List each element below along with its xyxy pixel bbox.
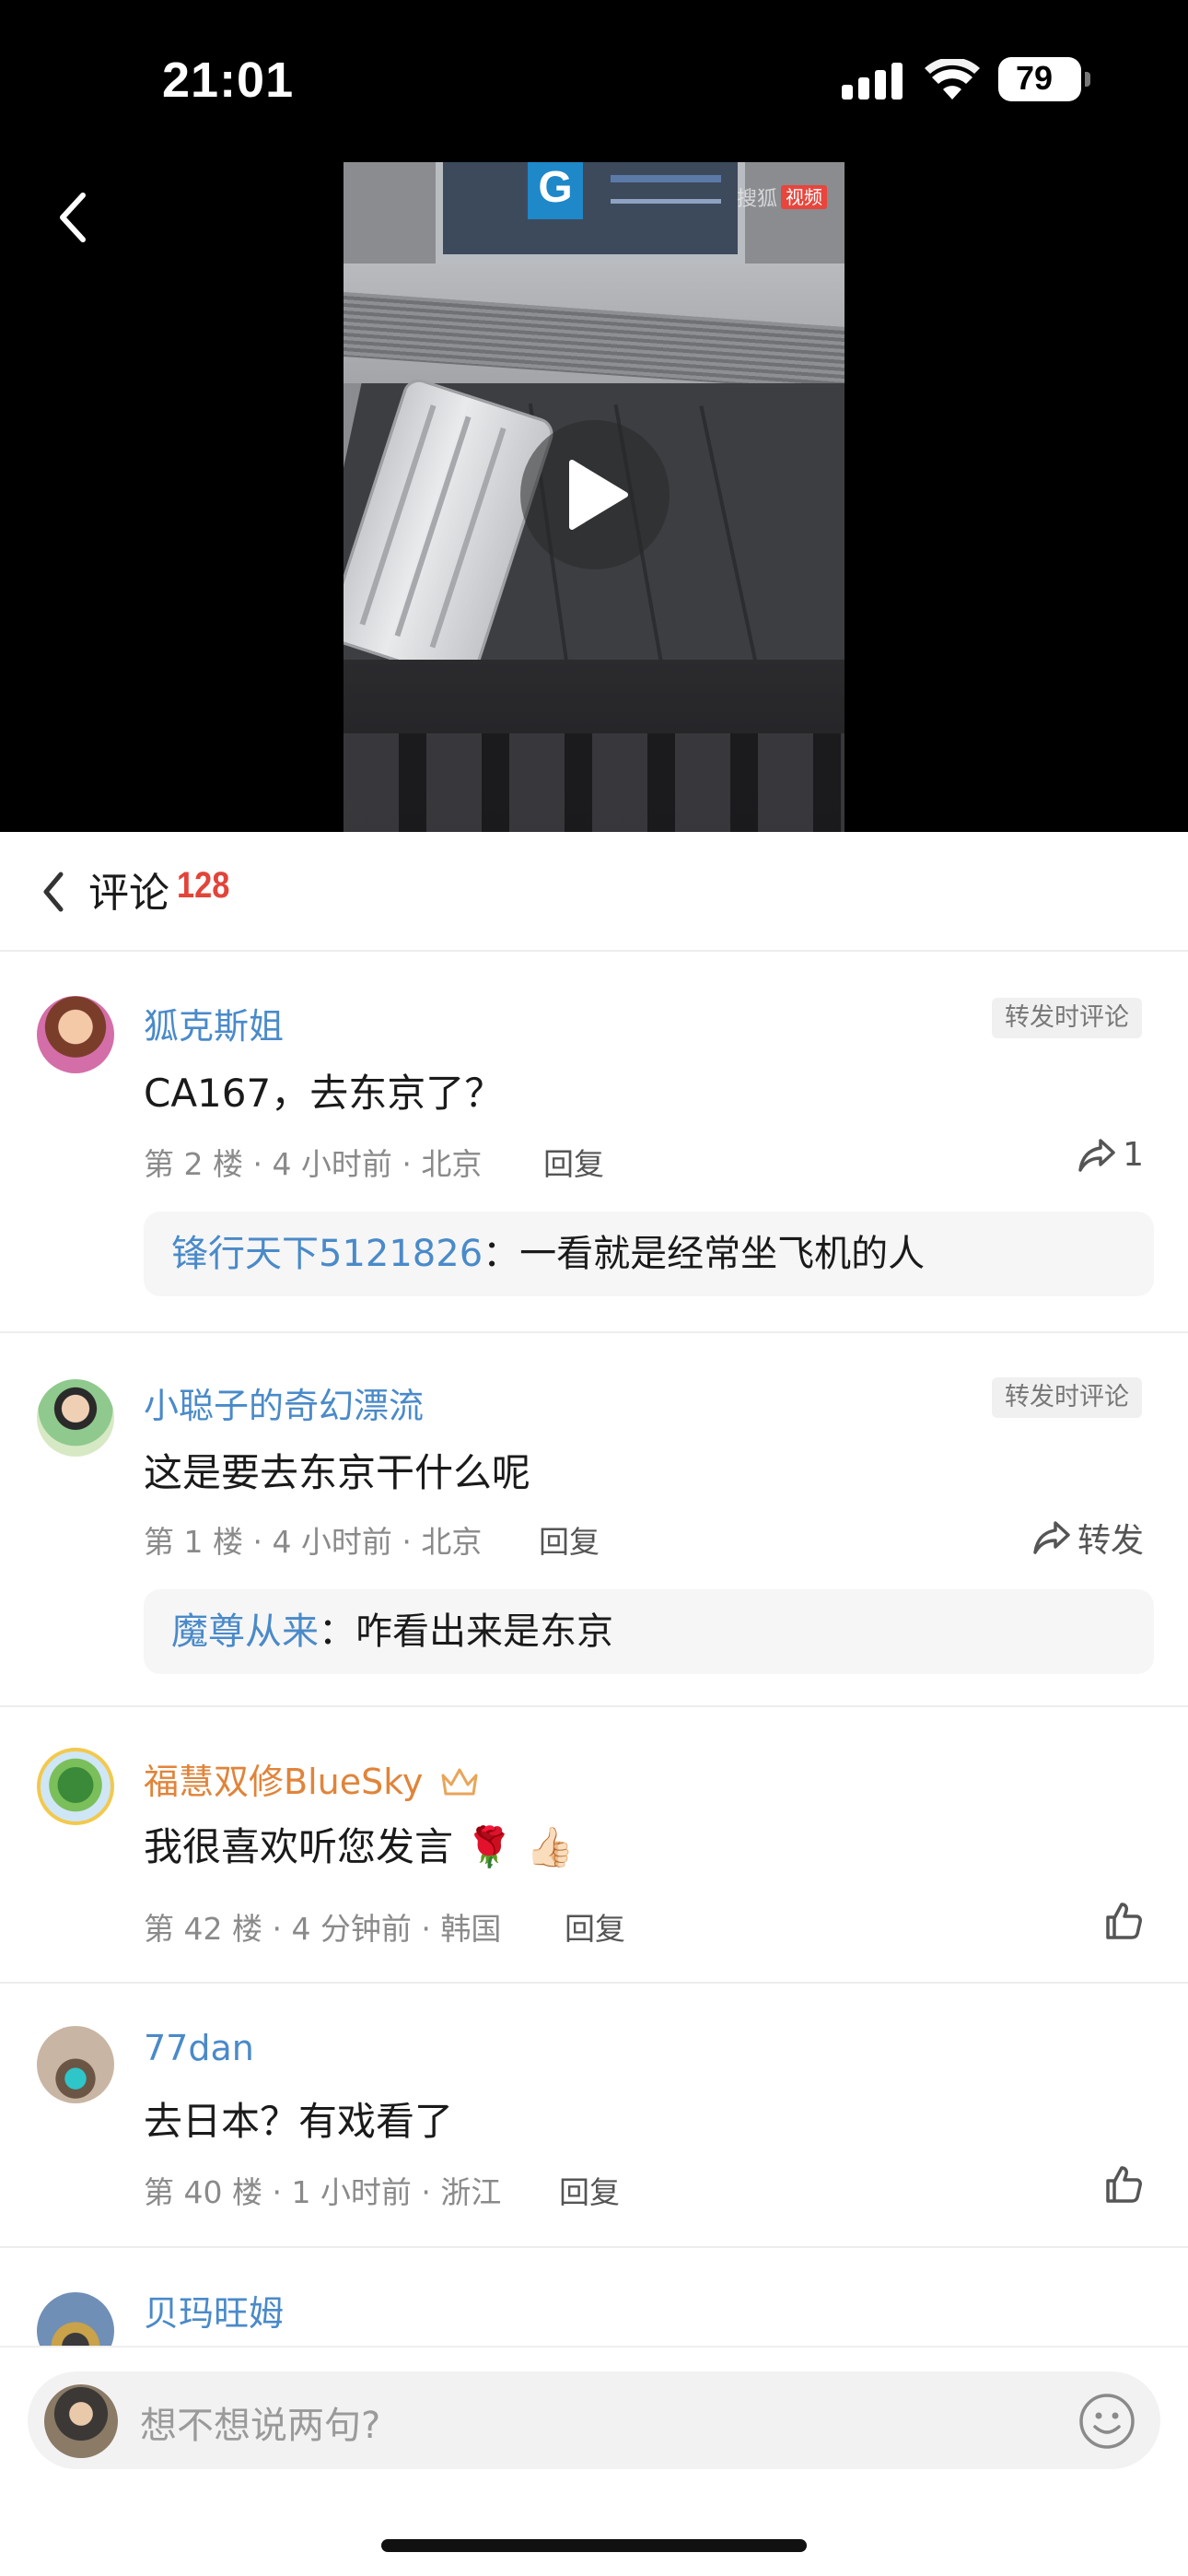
comments-count: 128 [177,865,230,906]
thumbs-up-icon [1106,1903,1142,1939]
battery-icon: 79 [998,57,1090,101]
smiley-icon[interactable] [1077,2392,1136,2451]
play-icon [569,460,628,530]
comment-meta: 第 40 楼 · 1 小时前 · 浙江 [144,2174,502,2210]
comment-input-placeholder: 想不想说两句? [140,2405,381,2447]
comment-meta: 第 2 楼 · 4 小时前 · 北京 [144,1146,483,1182]
comment-item: 贝玛旺姆 [0,2248,1188,2370]
comments-title: 评论 [88,870,169,917]
gate-sign: G [528,162,583,219]
comment-input[interactable]: 想不想说两句? [28,2371,1160,2469]
reply-button[interactable]: 回复 [539,1517,600,1562]
comment-item: 狐克斯姐 转发时评论 CA167，去东京了？ 第 2 楼 · 4 小时前 · 北… [0,954,1188,1333]
forward-button[interactable]: 1 [1077,1136,1144,1174]
sub-reply-text: 咋看出来是东京 [355,1610,613,1653]
user-avatar [44,2384,118,2458]
avatar[interactable] [37,996,114,1073]
comments-header: 评论 128 [0,832,1188,952]
comment-author[interactable]: 狐克斯姐 [144,998,284,1048]
forward-count: 1 [1123,1136,1144,1174]
comment-meta: 第 1 楼 · 4 小时前 · 北京 [144,1524,483,1560]
battery-level: 79 [1015,59,1054,97]
avatar[interactable] [37,1748,114,1825]
reply-button[interactable]: 回复 [559,2168,620,2212]
forward-comment-tag: 转发时评论 [992,998,1142,1038]
sub-reply-text: 一看就是经常坐飞机的人 [519,1233,926,1275]
comment-text: CA167，去东京了？ [144,1071,504,1116]
play-button[interactable] [520,420,670,569]
video-header-area: 21:01 79 G 搜狐 视频 [0,0,1188,832]
comment-author[interactable]: 77dan [144,2028,254,2068]
reply-button[interactable]: 回复 [543,1140,604,1184]
status-time: 21:01 [162,53,295,108]
like-button[interactable] [1103,1901,1144,1941]
comment-author[interactable]: 小聪子的奇幻漂流 [144,1377,424,1428]
crown-icon [441,1768,478,1796]
thumbs-up-icon [1106,2166,1142,2203]
comment-text: 去日本？有戏看了 [144,2099,454,2144]
comment-text: 这是要去东京干什么呢 [144,1450,531,1495]
cellular-signal-icon [842,61,903,100]
avatar[interactable] [37,1379,114,1457]
reply-button[interactable]: 回复 [565,1904,625,1949]
sub-reply-author[interactable]: 魔尊从来 [171,1610,319,1653]
comment-item: 小聪子的奇幻漂流 转发时评论 这是要去东京干什么呢 第 1 楼 · 4 小时前 … [0,1333,1188,1707]
forward-label: 转发 [1077,1522,1144,1560]
comment-text: 我很喜欢听您发言 🌹 👍🏻 [144,1824,575,1869]
comments-back-button[interactable] [41,869,68,915]
comment-item: 福慧双修BlueSky 我很喜欢听您发言 🌹 👍🏻 第 42 楼 · 4 分钟前… [0,1707,1188,1984]
forward-comment-tag: 转发时评论 [992,1377,1142,1418]
sub-reply[interactable]: 锋行天下5121826：一看就是经常坐飞机的人 [144,1212,1154,1296]
comment-item: 77dan 去日本？有戏看了 第 40 楼 · 1 小时前 · 浙江 回复 [0,1984,1188,2248]
avatar[interactable] [37,2026,114,2103]
sub-reply-author[interactable]: 锋行天下5121826 [171,1233,483,1275]
sub-reply[interactable]: 魔尊从来：咋看出来是东京 [144,1589,1154,1674]
back-button[interactable] [52,190,98,245]
comment-author[interactable]: 贝玛旺姆 [144,2285,284,2336]
video-source-badge: 搜狐 视频 [737,184,828,211]
wifi-icon [925,59,980,100]
comment-meta: 第 42 楼 · 4 分钟前 · 韩国 [144,1911,502,1947]
like-button[interactable] [1103,2164,1144,2205]
forward-arrow-icon [1033,1521,1070,1554]
comment-author[interactable]: 福慧双修BlueSky [144,1753,480,1804]
forward-button[interactable]: 转发 [1031,1514,1144,1562]
forward-arrow-icon [1078,1138,1115,1172]
home-indicator[interactable] [381,2539,807,2552]
